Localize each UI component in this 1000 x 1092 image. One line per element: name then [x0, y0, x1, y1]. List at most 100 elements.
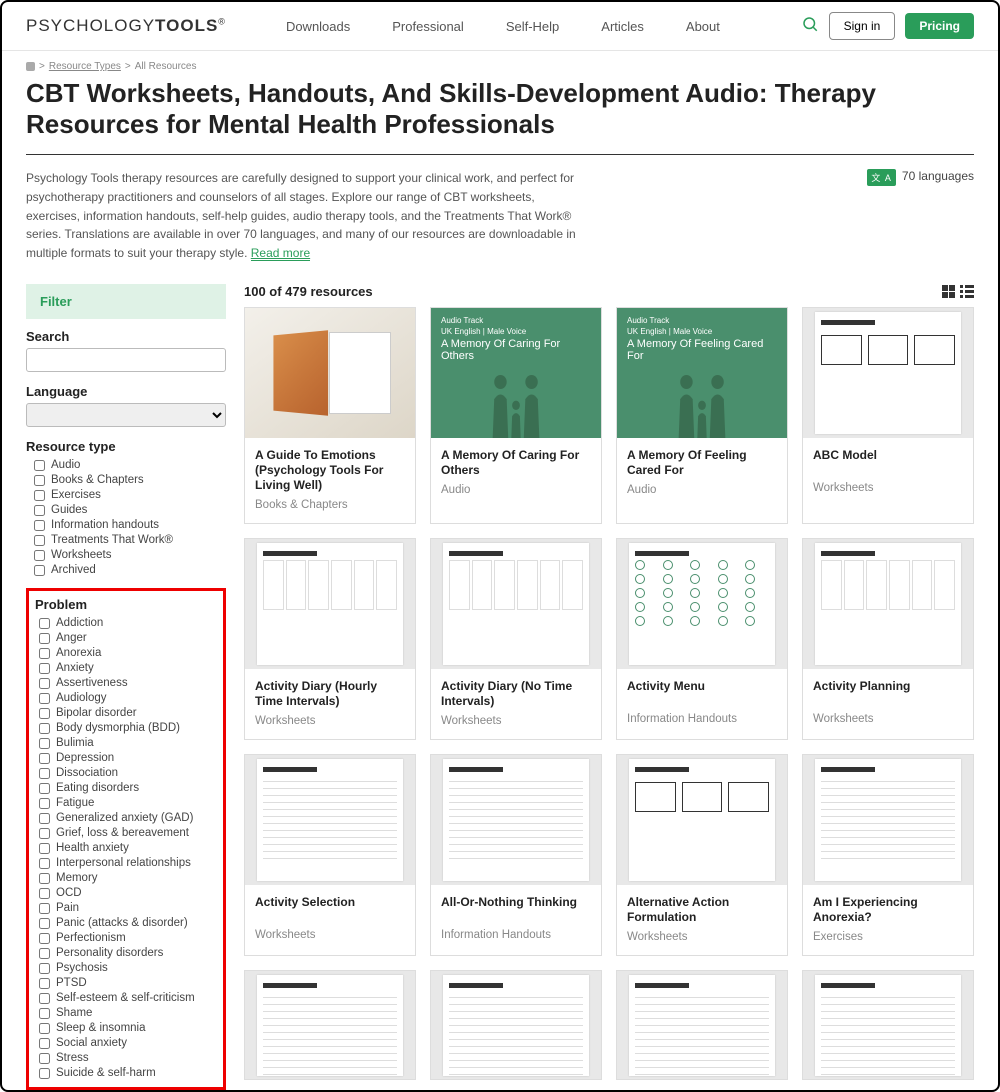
checkbox-icon[interactable] [39, 903, 50, 914]
problem-option[interactable]: Personality disorders [31, 946, 221, 961]
problem-option[interactable]: Social anxiety [31, 1036, 221, 1051]
home-icon[interactable] [26, 62, 35, 71]
language-badge[interactable]: 文 A 70 languages [867, 169, 974, 262]
problem-option[interactable]: Eating disorders [31, 781, 221, 796]
checkbox-icon[interactable] [39, 798, 50, 809]
checkbox-icon[interactable] [34, 460, 45, 471]
checkbox-icon[interactable] [39, 723, 50, 734]
problem-option[interactable]: Memory [31, 871, 221, 886]
nav-articles[interactable]: Articles [601, 19, 644, 34]
checkbox-icon[interactable] [39, 948, 50, 959]
checkbox-icon[interactable] [39, 753, 50, 764]
problem-option[interactable]: PTSD [31, 976, 221, 991]
search-input[interactable] [26, 348, 226, 372]
checkbox-icon[interactable] [39, 918, 50, 929]
breadcrumb-link[interactable]: Resource Types [49, 61, 121, 72]
checkbox-icon[interactable] [39, 783, 50, 794]
resource-card[interactable]: Audio TrackUK English | Male VoiceA Memo… [430, 307, 602, 524]
problem-option[interactable]: Depression [31, 751, 221, 766]
checkbox-icon[interactable] [39, 828, 50, 839]
pricing-button[interactable]: Pricing [905, 13, 974, 39]
checkbox-icon[interactable] [39, 978, 50, 989]
problem-option[interactable]: Interpersonal relationships [31, 856, 221, 871]
checkbox-icon[interactable] [39, 768, 50, 779]
checkbox-icon[interactable] [39, 633, 50, 644]
checkbox-icon[interactable] [39, 693, 50, 704]
checkbox-icon[interactable] [34, 565, 45, 576]
read-more-link[interactable]: Read more [251, 246, 310, 261]
problem-option[interactable]: Assertiveness [31, 676, 221, 691]
checkbox-icon[interactable] [39, 618, 50, 629]
problem-option[interactable]: Generalized anxiety (GAD) [31, 811, 221, 826]
resource-type-option[interactable]: Treatments That Work® [26, 533, 226, 548]
checkbox-icon[interactable] [34, 550, 45, 561]
resource-card[interactable] [244, 970, 416, 1080]
resource-type-option[interactable]: Books & Chapters [26, 473, 226, 488]
problem-option[interactable]: Panic (attacks & disorder) [31, 916, 221, 931]
resource-card[interactable]: A Guide To Emotions (Psychology Tools Fo… [244, 307, 416, 524]
problem-option[interactable]: Anorexia [31, 646, 221, 661]
checkbox-icon[interactable] [39, 738, 50, 749]
language-select[interactable] [26, 403, 226, 427]
problem-option[interactable]: Stress [31, 1051, 221, 1066]
nav-professional[interactable]: Professional [392, 19, 464, 34]
problem-option[interactable]: OCD [31, 886, 221, 901]
problem-option[interactable]: Bulimia [31, 736, 221, 751]
problem-option[interactable]: Suicide & self-harm [31, 1066, 221, 1081]
problem-option[interactable]: Anxiety [31, 661, 221, 676]
checkbox-icon[interactable] [34, 520, 45, 531]
checkbox-icon[interactable] [39, 708, 50, 719]
signin-button[interactable]: Sign in [829, 12, 896, 40]
resource-card[interactable]: Audio TrackUK English | Male VoiceA Memo… [616, 307, 788, 524]
resource-card[interactable]: Alternative Action FormulationWorksheets [616, 754, 788, 956]
checkbox-icon[interactable] [39, 888, 50, 899]
list-view-icon[interactable] [960, 285, 974, 299]
checkbox-icon[interactable] [39, 1023, 50, 1034]
resource-card[interactable]: Activity Diary (No Time Intervals)Worksh… [430, 538, 602, 740]
resource-card[interactable]: Activity SelectionWorksheets [244, 754, 416, 956]
resource-type-option[interactable]: Archived [26, 563, 226, 578]
problem-option[interactable]: Audiology [31, 691, 221, 706]
resource-card[interactable]: ABC ModelWorksheets [802, 307, 974, 524]
problem-option[interactable]: Addiction [31, 616, 221, 631]
resource-card[interactable] [616, 970, 788, 1080]
resource-card[interactable]: Activity PlanningWorksheets [802, 538, 974, 740]
site-logo[interactable]: PSYCHOLOGYTOOLS® [26, 16, 226, 36]
checkbox-icon[interactable] [39, 1038, 50, 1049]
checkbox-icon[interactable] [39, 648, 50, 659]
resource-type-option[interactable]: Worksheets [26, 548, 226, 563]
nav-downloads[interactable]: Downloads [286, 19, 350, 34]
checkbox-icon[interactable] [39, 963, 50, 974]
checkbox-icon[interactable] [39, 663, 50, 674]
checkbox-icon[interactable] [39, 678, 50, 689]
checkbox-icon[interactable] [34, 505, 45, 516]
checkbox-icon[interactable] [34, 490, 45, 501]
problem-option[interactable]: Grief, loss & bereavement [31, 826, 221, 841]
resource-card[interactable]: Activity MenuInformation Handouts [616, 538, 788, 740]
nav-about[interactable]: About [686, 19, 720, 34]
resource-card[interactable]: Am I Experiencing Anorexia?Exercises [802, 754, 974, 956]
checkbox-icon[interactable] [39, 1068, 50, 1079]
checkbox-icon[interactable] [39, 1053, 50, 1064]
nav-selfhelp[interactable]: Self-Help [506, 19, 559, 34]
checkbox-icon[interactable] [39, 1008, 50, 1019]
resource-card[interactable]: All-Or-Nothing ThinkingInformation Hando… [430, 754, 602, 956]
checkbox-icon[interactable] [39, 858, 50, 869]
problem-option[interactable]: Health anxiety [31, 841, 221, 856]
problem-option[interactable]: Anger [31, 631, 221, 646]
checkbox-icon[interactable] [34, 475, 45, 486]
checkbox-icon[interactable] [39, 813, 50, 824]
problem-option[interactable]: Perfectionism [31, 931, 221, 946]
problem-option[interactable]: Shame [31, 1006, 221, 1021]
grid-view-icon[interactable] [942, 285, 956, 299]
resource-card[interactable]: Activity Diary (Hourly Time Intervals)Wo… [244, 538, 416, 740]
resource-type-option[interactable]: Information handouts [26, 518, 226, 533]
problem-option[interactable]: Self-esteem & self-criticism [31, 991, 221, 1006]
resource-card[interactable] [430, 970, 602, 1080]
checkbox-icon[interactable] [39, 873, 50, 884]
checkbox-icon[interactable] [34, 535, 45, 546]
problem-option[interactable]: Dissociation [31, 766, 221, 781]
search-icon[interactable] [801, 15, 819, 38]
problem-option[interactable]: Sleep & insomnia [31, 1021, 221, 1036]
checkbox-icon[interactable] [39, 993, 50, 1004]
